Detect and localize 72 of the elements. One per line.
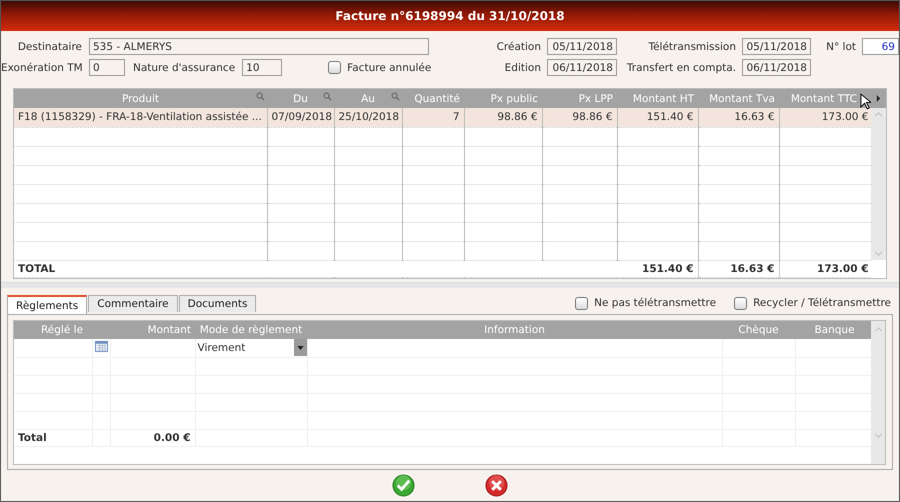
column-header[interactable]: Quantité <box>402 89 464 108</box>
column-header[interactable]: Montant TTC <box>779 89 871 108</box>
column-header[interactable]: Banque <box>795 321 871 339</box>
checkbox[interactable] <box>328 61 342 74</box>
scroll-up-icon[interactable] <box>874 112 883 117</box>
payment-method-dropdown[interactable]: Virement <box>196 339 307 356</box>
scroll-right-icon[interactable] <box>876 95 881 102</box>
column-header[interactable]: Montant <box>110 321 196 339</box>
column-header[interactable]: Au <box>334 89 402 108</box>
checkbox[interactable] <box>734 296 748 310</box>
table-cell: 25/10/2018 <box>334 108 402 127</box>
search-icon[interactable] <box>323 92 332 101</box>
checkbox-label: Recycler / Télétransmettre <box>753 297 891 309</box>
total-cell: 151.40 € <box>617 260 698 277</box>
field-label: Destinataire <box>16 40 83 52</box>
table-cell: 98.86 € <box>464 108 542 127</box>
column-header[interactable]: Réglé le <box>14 321 110 339</box>
column-header[interactable]: Produit <box>14 89 267 108</box>
total-cell: 16.63 € <box>698 260 779 277</box>
table-cell: 98.86 € <box>542 108 617 127</box>
field-label: N° lot <box>825 40 856 52</box>
search-icon[interactable] <box>391 92 400 101</box>
date-field[interactable]: 06/11/2018 <box>547 59 617 76</box>
checkbox-label: Facture annulée <box>347 62 432 74</box>
batch-number-field[interactable]: 69 <box>862 38 899 55</box>
field-label: Transfert en compta. <box>626 62 736 74</box>
field-label: Création <box>496 40 541 52</box>
field-label: Nature d'assurance <box>133 62 236 74</box>
table-cell: F18 (1158329) - FRA-18-Ventilation assistée ... <box>14 108 267 127</box>
scroll-up-icon[interactable] <box>874 327 882 332</box>
table-cell: 16.63 € <box>698 108 779 127</box>
table-cell: 173.00 € <box>779 108 871 127</box>
column-header[interactable]: Px public <box>464 89 542 108</box>
column-header[interactable]: Px LPP <box>542 89 617 108</box>
total-cell: 173.00 € <box>779 260 871 277</box>
cancel-button[interactable] <box>485 474 508 497</box>
date-field[interactable]: 06/11/2018 <box>742 59 811 76</box>
column-header[interactable]: Mode de règlement <box>195 321 308 339</box>
checkbox-label: Ne pas télétransmettre <box>594 297 716 309</box>
column-header[interactable]: Chèque <box>722 321 796 339</box>
recipient-field[interactable]: 535 - ALMERYS <box>89 38 429 55</box>
scroll-down-icon[interactable] <box>874 433 882 438</box>
tab[interactable]: Commentaire <box>88 295 178 312</box>
field-label: Exonération TM <box>1 62 84 74</box>
tab[interactable]: Règlements <box>7 295 88 314</box>
date-field[interactable]: 05/11/2018 <box>742 38 811 55</box>
exemption-field[interactable]: 0 <box>89 59 125 76</box>
date-field[interactable]: 05/11/2018 <box>547 38 617 55</box>
insurance-type-field[interactable]: 10 <box>242 59 282 76</box>
total-label: Total <box>18 432 47 444</box>
tab[interactable]: Documents <box>178 295 256 312</box>
scrollbar[interactable] <box>871 321 885 464</box>
total-label: TOTAL <box>18 262 56 274</box>
checkbox[interactable] <box>575 296 588 310</box>
mouse-pointer-icon <box>860 93 871 110</box>
scrollbar[interactable] <box>871 108 886 260</box>
table-cell: 151.40 € <box>617 108 698 127</box>
column-header[interactable]: Du <box>267 89 334 108</box>
field-label: Edition <box>504 62 541 74</box>
window-title: Facture n°6198994 du 31/10/2018 <box>335 9 565 23</box>
column-header[interactable]: Montant HT <box>617 89 698 108</box>
table-cell: 07/09/2018 <box>267 108 334 127</box>
scroll-down-icon[interactable] <box>874 251 883 256</box>
caret-icon[interactable] <box>296 346 304 350</box>
field-label: Télétransmission <box>647 40 736 52</box>
calendar-icon[interactable] <box>94 340 108 352</box>
column-header[interactable]: Information <box>307 321 722 339</box>
confirm-button[interactable] <box>392 474 415 497</box>
total-cell: 0.00 € <box>110 429 196 446</box>
column-header[interactable]: Montant Tva <box>698 89 779 108</box>
search-icon[interactable] <box>256 92 265 101</box>
table-cell: 7 <box>402 108 464 127</box>
